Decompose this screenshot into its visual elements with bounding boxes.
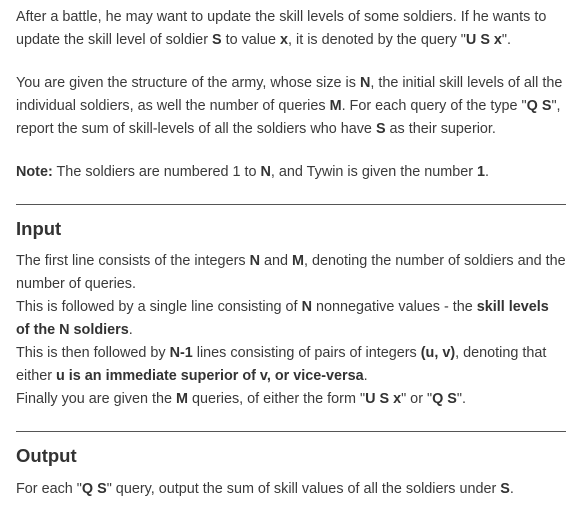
bold-text: N (260, 164, 271, 180)
text: This is then followed by (16, 345, 170, 361)
text: . (128, 322, 133, 338)
text: . (485, 164, 490, 180)
text: , it is denoted by the query " (288, 32, 466, 48)
bold-text: S (211, 32, 222, 48)
bold-text: (u, v) (420, 345, 456, 361)
section-divider (16, 204, 566, 205)
text: . (509, 481, 514, 497)
text: to value (221, 32, 280, 48)
bold-text: u is an immediate superior of v, or vice… (56, 368, 364, 384)
text: For each " (16, 481, 82, 497)
bold-text: Q S (81, 481, 107, 497)
input-line-1: The first line consists of the integers … (16, 250, 566, 296)
bold-text: x (280, 32, 289, 48)
text: Finally you are given the (16, 391, 176, 407)
bold-text: U S x (465, 32, 502, 48)
bold-text: N-1 (169, 345, 193, 361)
bold-text: M (175, 391, 188, 407)
bold-text: 1 (477, 164, 486, 180)
text: " or " (401, 391, 433, 407)
update-query-paragraph: After a battle, he may want to update th… (16, 6, 566, 52)
input-line-2: This is followed by a single line consis… (16, 296, 566, 342)
text: queries, of either the form " (187, 391, 366, 407)
text: You are given the structure of the army,… (16, 75, 360, 91)
problem-statement: After a battle, he may want to update th… (16, 6, 566, 501)
input-heading: Input (16, 218, 62, 239)
text: nonnegative values - the (311, 299, 477, 315)
text: lines consisting of pairs of integers (192, 345, 421, 361)
input-line-3: This is then followed by N-1 lines consi… (16, 342, 566, 388)
text: The soldiers are numbered 1 to (52, 164, 261, 180)
bold-text: M (329, 98, 342, 114)
section-divider (16, 431, 566, 432)
text: and (259, 253, 292, 269)
bold-text: N (301, 299, 312, 315)
note-paragraph: Note: The soldiers are numbered 1 to N, … (16, 161, 566, 184)
text: . For each query of the type " (341, 98, 527, 114)
text: . (363, 368, 368, 384)
bold-text: U S x (365, 391, 402, 407)
output-line-1: For each "Q S" query, output the sum of … (16, 478, 566, 501)
output-heading: Output (16, 445, 77, 466)
text: The first line consists of the integers (16, 253, 250, 269)
note-label: Note: (16, 164, 53, 180)
bold-text: M (291, 253, 304, 269)
text: ". (501, 32, 512, 48)
bold-text: Q S (526, 98, 552, 114)
bold-text: N (359, 75, 371, 91)
bold-text: S (375, 121, 386, 137)
text: ". (456, 391, 466, 407)
text: as their superior. (385, 121, 496, 137)
text: " query, output the sum of skill values … (106, 481, 501, 497)
army-structure-paragraph: You are given the structure of the army,… (16, 72, 566, 141)
text: This is followed by a single line consis… (16, 299, 302, 315)
input-line-4: Finally you are given the M queries, of … (16, 388, 566, 411)
bold-text: S (500, 481, 510, 497)
bold-text: Q S (432, 391, 457, 407)
bold-text: N (249, 253, 260, 269)
text: , and Tywin is given the number (270, 164, 478, 180)
